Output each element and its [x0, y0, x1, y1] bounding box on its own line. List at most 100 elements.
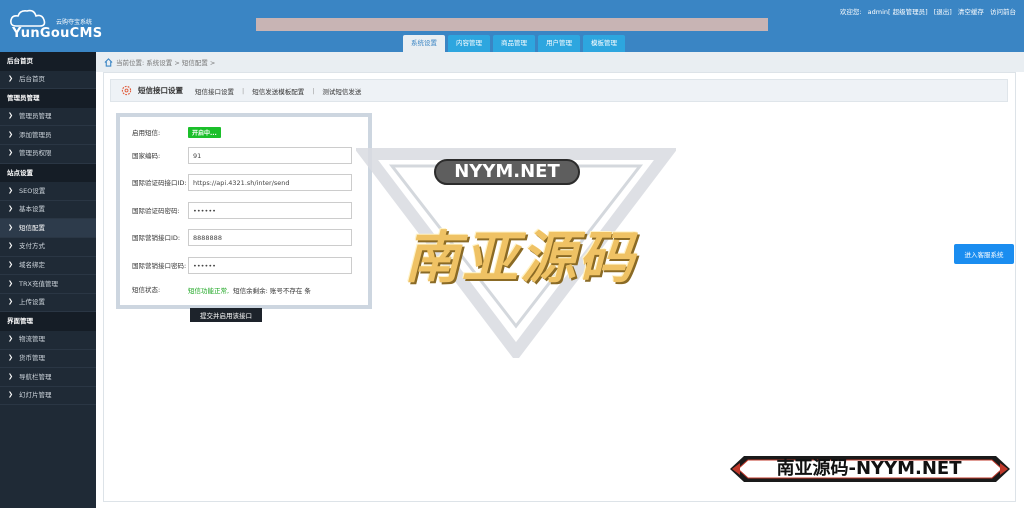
sms-settings-form: 启用短信: 开启中... 国家编码: 国际验证码接口ID: 国际验证码密码: 国… [116, 113, 372, 309]
sidebar-section-admin: 管理员管理 [0, 89, 96, 108]
sidebar-item-label: 幻灯片管理 [19, 391, 52, 400]
tab-system-settings[interactable]: 系统设置 [403, 35, 445, 52]
logo-text: YunGouCMS [12, 26, 103, 41]
logo-subtitle: 云购夺宝系统 [56, 19, 93, 26]
watermark-banner-text: 南亚源码-NYYM.NET [776, 458, 962, 479]
user-name: admin[ 超级管理员] [867, 8, 928, 16]
chevron-right-icon: ❯ [8, 186, 14, 194]
enable-label: 启用短信: [132, 128, 161, 137]
chevron-right-icon: ❯ [8, 205, 14, 213]
chevron-right-icon: ❯ [8, 372, 14, 380]
sidebar-item-upload[interactable]: ❯ 上传设置 [0, 294, 96, 313]
sidebar-item-trx[interactable]: ❯ TRX充值管理 [0, 275, 96, 294]
country-label: 国家编码: [132, 151, 161, 160]
row-status: 短信状态: 短信功能正常, 短信余剩余: 账号不存在 条 [132, 285, 311, 295]
welcome-text: 欢迎您: [839, 8, 862, 16]
country-code-input[interactable] [188, 147, 352, 164]
status-ok-text: 短信功能正常, [188, 287, 230, 295]
enable-status-badge[interactable]: 开启中... [188, 127, 221, 138]
top-header: 云购夺宝系统 YunGouCMS 欢迎您: admin[ 超级管理员] [退出]… [0, 0, 1024, 52]
link-sms-template[interactable]: 短信发送模板配置 [252, 86, 304, 96]
sidebar-item-label: 后台首页 [19, 75, 45, 84]
page-title: 短信接口设置 [138, 86, 183, 95]
sidebar-item-domain[interactable]: ❯ 域名绑定 [0, 257, 96, 276]
sidebar-item-label: 货币管理 [19, 354, 45, 362]
tab-content[interactable]: 内容管理 [448, 35, 490, 52]
sidebar-item-currency[interactable]: ❯ 货币管理 [0, 350, 96, 369]
sidebar-item-logistics[interactable]: ❯ 物流管理 [0, 331, 96, 350]
chevron-right-icon: ❯ [8, 391, 14, 399]
chevron-right-icon: ❯ [8, 223, 14, 231]
sidebar-item-seo[interactable]: ❯ SEO设置 [0, 182, 96, 201]
customer-service-button[interactable]: 进入客服系统 [954, 244, 1014, 264]
intl-key-input[interactable] [188, 202, 352, 219]
watermark-net-text: NYYM.NET [434, 159, 580, 185]
chevron-right-icon: ❯ [8, 112, 14, 120]
sidebar-item-payment[interactable]: ❯ 支付方式 [0, 238, 96, 257]
chevron-right-icon: ❯ [8, 279, 14, 287]
sidebar-item-label: 管理员管理 [19, 112, 52, 121]
submit-enable-button[interactable]: 提交并启用该接口 [190, 308, 262, 322]
intl-api-label: 国际验证码接口ID: [132, 178, 187, 187]
chevron-right-icon: ❯ [8, 261, 14, 269]
sms-titlebar: 短信接口设置 短信接口设置 | 短信发送模板配置 | 测试短信发送 [110, 79, 1008, 102]
sidebar-item-admin-perms[interactable]: ❯ 管理员权限 [0, 145, 96, 164]
sidebar-item-label: 基本设置 [19, 205, 45, 214]
sidebar-section-site: 站点设置 [0, 163, 96, 183]
sidebar-item-label: 短信配置 [19, 223, 45, 232]
sidebar-section-ui: 界面管理 [0, 312, 96, 331]
sidebar-item-label: SEO设置 [19, 186, 46, 195]
sidebar-item-label: 支付方式 [19, 242, 45, 251]
separator: | [242, 86, 245, 95]
row-mkt-key: 国际营销接口密码: [132, 257, 352, 274]
row-country: 国家编码: [132, 147, 352, 164]
sidebar-item-admin-manage[interactable]: ❯ 管理员管理 [0, 108, 96, 127]
tab-users[interactable]: 用户管理 [538, 35, 580, 52]
tab-products[interactable]: 商品管理 [493, 35, 535, 52]
chevron-right-icon: ❯ [8, 298, 14, 306]
sidebar-item-label: 添加管理员 [19, 130, 52, 139]
tab-templates[interactable]: 模板管理 [583, 35, 625, 52]
breadcrumb: 当前位置: 系统设置 > 短信配置 > [96, 52, 1024, 72]
row-enable: 启用短信: 开启中... [132, 127, 221, 138]
row-intl-api: 国际验证码接口ID: [132, 174, 352, 191]
watermark-cn-text: 南亚源码 [404, 226, 636, 291]
chevron-right-icon: ❯ [8, 335, 14, 343]
logout-link[interactable]: [退出] [934, 8, 952, 16]
chevron-right-icon: ❯ [8, 75, 14, 83]
intl-api-input[interactable] [188, 174, 352, 191]
mkt-key-input[interactable] [188, 257, 352, 274]
cloud-logo-icon [10, 9, 46, 27]
sidebar-item-label: 物流管理 [19, 335, 45, 344]
mkt-id-input[interactable] [188, 229, 352, 246]
logo[interactable]: 云购夺宝系统 YunGouCMS [10, 8, 103, 44]
link-sms-test[interactable]: 测试短信发送 [322, 86, 361, 96]
visit-home-link[interactable]: 访问前台 [990, 8, 1016, 16]
row-mkt-id: 国际营销接口ID: [132, 229, 352, 246]
chevron-right-icon: ❯ [8, 130, 14, 138]
intl-key-label: 国际验证码密码: [132, 206, 180, 215]
sidebar-item-label: 上传设置 [19, 298, 45, 307]
sidebar-item-label: 管理员权限 [19, 149, 52, 158]
status-remain-text: 短信余剩余: 账号不存在 条 [233, 287, 311, 295]
sidebar-item-add-admin[interactable]: ❯ 添加管理员 [0, 126, 96, 145]
sidebar-item-home[interactable]: ❯ 后台首页 [0, 71, 96, 90]
separator: | [312, 86, 315, 95]
sidebar-item-slides[interactable]: ❯ 幻灯片管理 [0, 387, 96, 406]
chevron-right-icon: ❯ [8, 354, 14, 361]
sidebar-item-basic[interactable]: ❯ 基本设置 [0, 201, 96, 220]
row-intl-key: 国际验证码密码: [132, 202, 352, 219]
mkt-key-label: 国际营销接口密码: [132, 261, 187, 270]
chevron-right-icon: ❯ [8, 242, 14, 250]
home-icon [104, 57, 113, 67]
link-sms-interface[interactable]: 短信接口设置 [195, 86, 234, 96]
breadcrumb-text: 当前位置: 系统设置 > 短信配置 > [116, 59, 216, 67]
sidebar-item-sms[interactable]: ❯ 短信配置 [0, 219, 96, 238]
top-nav-tabs: 系统设置 内容管理 商品管理 用户管理 模板管理 [403, 35, 625, 52]
clear-cache-link[interactable]: 清空缓存 [958, 8, 984, 16]
sidebar-section-home: 后台首页 [0, 52, 96, 71]
sidebar-item-navbar[interactable]: ❯ 导航栏管理 [0, 368, 96, 387]
status-label: 短信状态: [132, 286, 161, 294]
header-user-links: 欢迎您: admin[ 超级管理员] [退出] 清空缓存 访问前台 [836, 6, 1016, 16]
header-redacted-bar [256, 18, 768, 31]
